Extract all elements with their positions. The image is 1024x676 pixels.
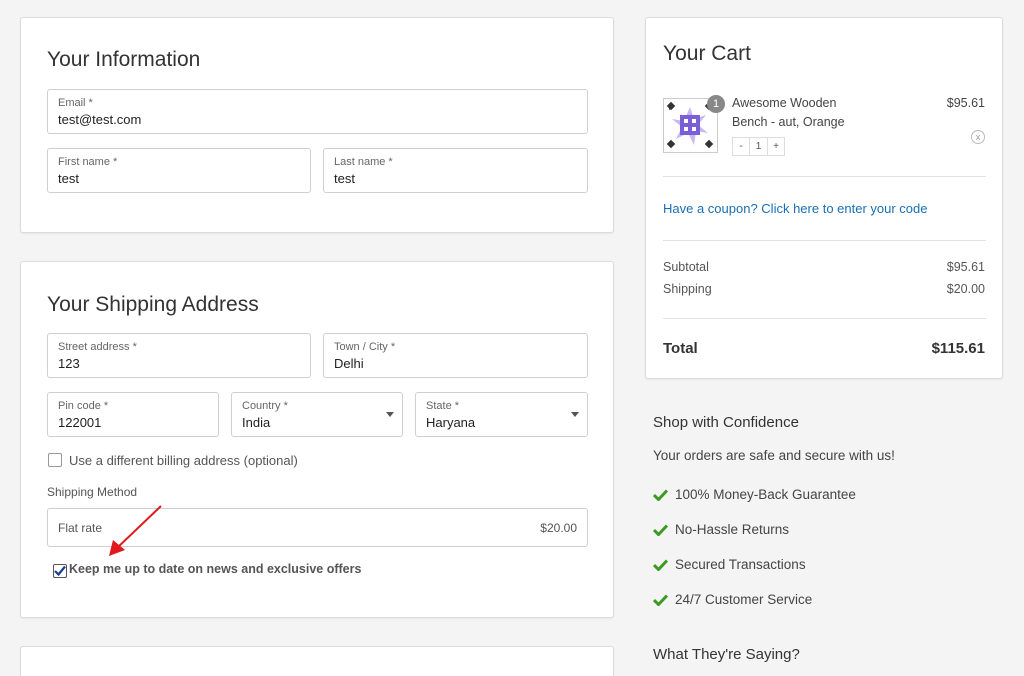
check-icon — [653, 489, 668, 501]
total-label: Total — [663, 340, 698, 357]
last-name-field[interactable]: Last name * test — [323, 148, 588, 193]
newsletter-checkbox[interactable] — [53, 564, 67, 578]
town-city-value: Delhi — [334, 356, 364, 371]
last-name-value: test — [334, 171, 355, 186]
different-billing-label[interactable]: Use a different billing address (optiona… — [69, 453, 298, 468]
first-name-field[interactable]: First name * test — [47, 148, 311, 193]
state-select[interactable]: State * Haryana — [415, 392, 588, 437]
chevron-down-icon — [386, 412, 394, 417]
testimonials-title: What They're Saying? — [653, 646, 800, 663]
quantity-decrease-button[interactable]: - — [733, 138, 750, 155]
total-value: $115.61 — [931, 340, 985, 357]
state-label: State * — [426, 400, 460, 412]
email-field[interactable]: Email * test@test.com — [47, 89, 588, 134]
check-icon — [653, 559, 668, 571]
cart-title: Your Cart — [663, 42, 751, 65]
country-value: India — [242, 415, 271, 430]
subtotal-label: Subtotal — [663, 260, 709, 274]
email-value: test@test.com — [58, 112, 142, 127]
confidence-subtitle: Your orders are safe and secure with us! — [653, 448, 895, 463]
divider — [663, 318, 986, 319]
country-select[interactable]: Country * India — [231, 392, 403, 437]
product-price: $95.61 — [946, 96, 985, 110]
shipping-method-title: Shipping Method — [47, 485, 138, 499]
shipping-method-name: Flat rate — [58, 521, 103, 535]
pin-code-field[interactable]: Pin code * 122001 — [47, 392, 219, 437]
town-city-label: Town / City * — [334, 341, 396, 353]
shipping-method-price: $20.00 — [540, 521, 577, 535]
first-name-value: test — [58, 171, 79, 186]
newsletter-label[interactable]: Keep me up to date on news and exclusive… — [69, 562, 361, 576]
your-information-title: Your Information — [47, 48, 201, 71]
first-name-label: First name * — [58, 156, 118, 168]
cart-card: Your Cart 1 Awesome Wooden Bench - aut, … — [645, 17, 1003, 379]
quantity-value[interactable]: 1 — [750, 138, 767, 155]
check-icon — [653, 524, 668, 536]
town-city-field[interactable]: Town / City * Delhi — [323, 333, 588, 378]
pin-code-label: Pin code * — [58, 400, 109, 412]
street-address-field[interactable]: Street address * 123 — [47, 333, 311, 378]
country-label: Country * — [242, 400, 288, 412]
annotation-arrow-icon — [109, 505, 162, 556]
state-value: Haryana — [426, 415, 476, 430]
different-billing-checkbox[interactable] — [48, 453, 62, 467]
guarantee-text: 100% Money-Back Guarantee — [675, 487, 856, 502]
payment-card-partial — [20, 646, 614, 676]
quantity-stepper: - 1 + — [732, 137, 785, 156]
subtotal-value: $95.61 — [946, 260, 985, 274]
shipping-address-card: Your Shipping Address Street address * 1… — [20, 261, 614, 618]
confidence-section: Shop with Confidence Your orders are saf… — [653, 414, 1013, 676]
guarantee-text: 24/7 Customer Service — [675, 592, 813, 607]
guarantee-text: No-Hassle Returns — [675, 522, 790, 537]
guarantee-text: Secured Transactions — [675, 557, 806, 572]
shipping-value: $20.00 — [946, 282, 985, 296]
divider — [663, 176, 986, 177]
quantity-badge: 1 — [707, 95, 725, 113]
check-icon — [653, 594, 668, 606]
your-information-card: Your Information Email * test@test.com F… — [20, 17, 614, 233]
quantity-increase-button[interactable]: + — [767, 138, 784, 155]
check-icon — [54, 565, 66, 577]
product-thumbnail: 1 — [663, 95, 725, 153]
remove-item-button[interactable]: x — [971, 130, 985, 144]
street-address-label: Street address * — [58, 341, 137, 353]
street-address-value: 123 — [58, 356, 80, 371]
divider — [663, 240, 986, 241]
email-label: Email * — [58, 97, 93, 109]
confidence-title: Shop with Confidence — [653, 414, 799, 431]
shipping-address-title: Your Shipping Address — [47, 293, 259, 316]
last-name-label: Last name * — [334, 156, 393, 168]
chevron-down-icon — [571, 412, 579, 417]
coupon-link[interactable]: Have a coupon? Click here to enter your … — [663, 201, 928, 216]
shipping-label: Shipping — [663, 282, 712, 296]
product-name-line1: Awesome Wooden — [732, 96, 837, 110]
product-name-line2: Bench - aut, Orange — [732, 115, 845, 129]
pin-code-value: 122001 — [58, 415, 102, 430]
